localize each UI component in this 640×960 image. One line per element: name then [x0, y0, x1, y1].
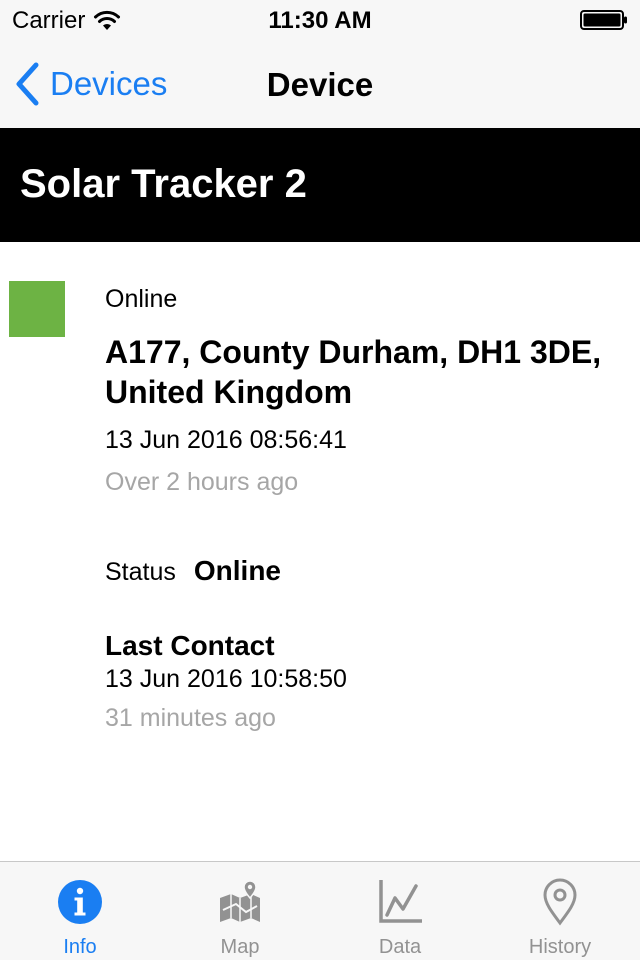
status-value: Online	[193, 555, 281, 586]
device-header: Solar Tracker 2	[0, 128, 640, 242]
tab-bar: Info Map Data History	[0, 861, 640, 960]
tab-info[interactable]: Info	[0, 862, 160, 960]
location-pin-icon	[543, 878, 577, 926]
nav-title: Device	[266, 66, 374, 103]
tab-history-label: History	[528, 936, 592, 958]
last-contact-relative-time: 31 minutes ago	[105, 704, 276, 732]
location-relative-time: Over 2 hours ago	[105, 468, 299, 496]
online-label: Online	[105, 285, 178, 313]
status-row: Status Online	[105, 555, 281, 587]
chart-icon	[379, 880, 422, 923]
location-timestamp: 13 Jun 2016 08:56:41	[105, 426, 347, 454]
status-indicator	[9, 281, 65, 337]
last-contact-timestamp: 13 Jun 2016 10:58:50	[105, 665, 347, 693]
device-address: A177, County Durham, DH1 3DE, United Kin…	[105, 334, 602, 410]
info-icon	[58, 880, 102, 924]
tab-history[interactable]: History	[480, 862, 640, 960]
map-icon	[220, 880, 260, 922]
tab-map[interactable]: Map	[160, 862, 320, 960]
battery-icon	[580, 10, 627, 30]
status-label: Status	[105, 558, 176, 586]
last-contact-label: Last Contact	[105, 630, 275, 661]
device-name: Solar Tracker 2	[20, 162, 307, 206]
tab-map-label: Map	[220, 936, 260, 958]
status-time: 11:30 AM	[268, 7, 372, 34]
tab-data[interactable]: Data	[320, 862, 480, 960]
nav-bar: Devices Device	[0, 40, 640, 128]
status-bar: Carrier 11:30 AM	[0, 0, 640, 40]
tab-data-label: Data	[378, 936, 422, 958]
tab-info-label: Info	[63, 936, 97, 958]
